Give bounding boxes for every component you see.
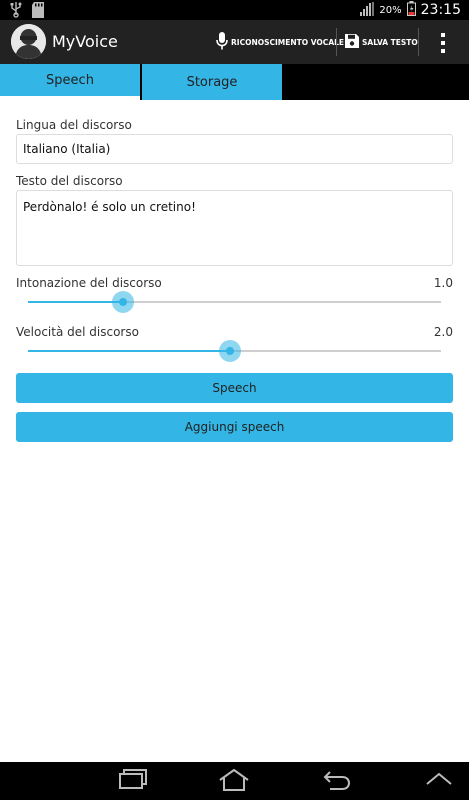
navigation-bar: [0, 762, 469, 800]
add-speech-button[interactable]: Aggiungi speech: [16, 412, 453, 442]
overflow-menu-icon[interactable]: [440, 33, 446, 53]
slider-fill: [28, 301, 123, 303]
voice-recognition-label: RICONOSCIMENTO VOCALE: [231, 37, 345, 47]
tab-storage[interactable]: Storage: [142, 64, 282, 100]
sd-card-icon: [32, 2, 44, 22]
chevron-up-icon[interactable]: [425, 768, 453, 796]
action-divider: [418, 28, 419, 56]
language-label: Lingua del discorso: [16, 118, 132, 132]
speech-button[interactable]: Speech: [16, 373, 453, 403]
screen: 20% 23:15 MyVoice RICONOSCIMENTO VOCALE: [0, 0, 469, 800]
action-divider: [336, 28, 337, 56]
status-bar: 20% 23:15: [0, 0, 469, 20]
save-text-button[interactable]: SALVA TESTO: [345, 20, 418, 64]
slider-thumb[interactable]: [111, 291, 134, 313]
battery-icon: [406, 0, 416, 20]
tab-bar: Speech Storage: [0, 64, 469, 100]
slider-thumb[interactable]: [219, 340, 242, 362]
language-field[interactable]: Italiano (Italia): [16, 134, 453, 164]
action-bar: MyVoice RICONOSCIMENTO VOCALE SALVA TEST…: [0, 20, 469, 64]
recents-icon[interactable]: [118, 768, 148, 796]
save-text-label: SALVA TESTO: [362, 37, 418, 47]
tab-speech[interactable]: Speech: [0, 64, 140, 100]
floppy-disk-icon: [345, 34, 359, 50]
usb-icon: [10, 2, 22, 22]
signal-icon: [360, 1, 375, 20]
microphone-icon: [216, 32, 228, 52]
speech-text-field[interactable]: Perdònalo! é solo un cretino!: [16, 190, 453, 266]
home-icon[interactable]: [218, 768, 250, 796]
speed-slider[interactable]: [28, 336, 441, 366]
slider-fill: [28, 350, 231, 352]
clock: 23:15: [420, 2, 461, 18]
battery-percent: 20%: [379, 4, 402, 16]
voice-recognition-button[interactable]: RICONOSCIMENTO VOCALE: [216, 20, 344, 64]
speech-text-label: Testo del discorso: [16, 174, 123, 188]
app-logo-icon[interactable]: [11, 24, 46, 59]
app-title: MyVoice: [52, 32, 118, 51]
back-icon[interactable]: [322, 768, 352, 796]
pitch-slider[interactable]: [28, 287, 441, 317]
